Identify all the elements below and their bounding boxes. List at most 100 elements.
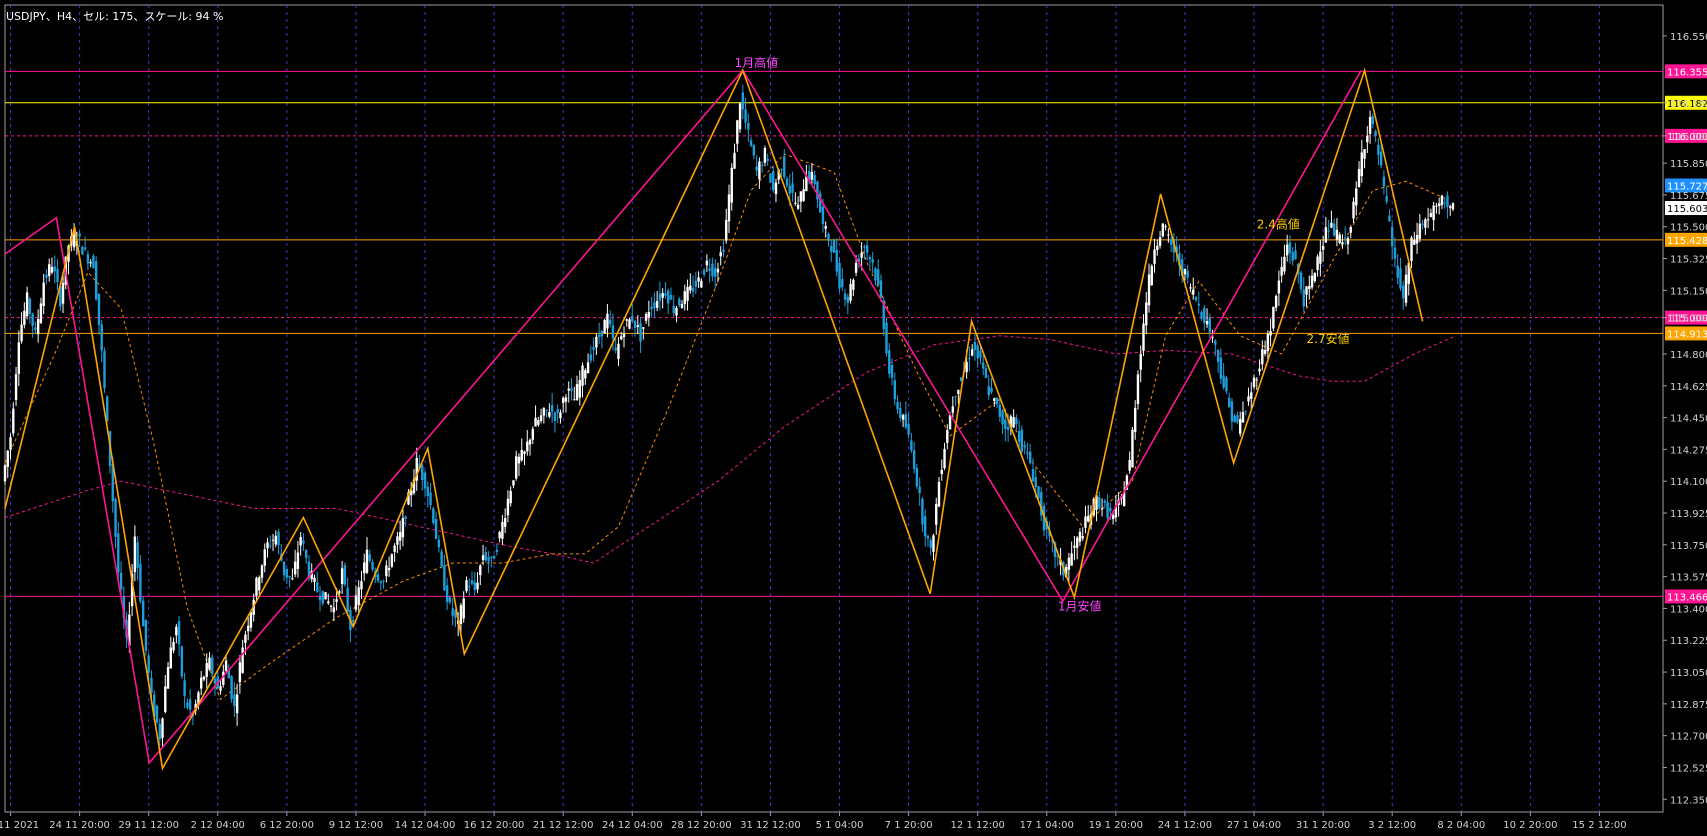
candle-body: [224, 660, 228, 671]
candle-body: [426, 486, 429, 497]
annotation-label: 1月安値: [1058, 598, 1102, 613]
candle-body: [324, 592, 327, 600]
candle-body: [188, 699, 192, 710]
candle-body: [103, 350, 106, 389]
candle-body: [664, 293, 667, 296]
candle-body: [329, 605, 333, 607]
candle-body: [365, 549, 369, 573]
candle-body: [498, 532, 501, 539]
candle-body: [520, 449, 523, 461]
candle-body: [617, 343, 620, 360]
candle-body: [1109, 507, 1112, 512]
candle-body: [1424, 219, 1427, 228]
candle-body: [1081, 536, 1084, 539]
candle-body: [1291, 252, 1294, 261]
x-tick-label: 21 12 12:00: [533, 820, 594, 831]
candle-body: [1432, 205, 1435, 221]
candle-body: [48, 264, 51, 277]
candle-body: [36, 319, 40, 335]
candle-body: [23, 310, 26, 325]
candle-body: [479, 565, 482, 576]
candle-body: [1084, 516, 1087, 528]
candle-body: [644, 313, 648, 321]
candle-body: [1332, 223, 1336, 236]
candle-body: [404, 516, 407, 519]
candle-body: [119, 572, 123, 590]
candle-body: [114, 498, 117, 537]
candle-body: [20, 324, 23, 342]
x-tick-label: 3 2 12:00: [1368, 820, 1416, 831]
candle-body: [1017, 430, 1021, 442]
x-tick-label: 19 1 20:00: [1089, 820, 1143, 831]
y-tick-label: 115.000: [1670, 314, 1707, 325]
candle-body: [912, 450, 916, 470]
candle-body: [592, 347, 595, 350]
candle-body: [1239, 419, 1242, 434]
candle-body: [1156, 245, 1159, 250]
candle-body: [1374, 131, 1377, 136]
candle-body: [1272, 307, 1275, 329]
candle-body: [760, 164, 764, 166]
candle-body: [161, 718, 164, 739]
candle-body: [940, 469, 943, 475]
candle-body: [434, 519, 438, 540]
candle-body: [1250, 392, 1253, 399]
candle-body: [550, 405, 554, 412]
candle-body: [368, 554, 371, 561]
candle-body: [548, 412, 551, 417]
candle-body: [208, 657, 211, 670]
candle-body: [1004, 419, 1007, 429]
candle-body: [387, 568, 391, 571]
candle-body: [608, 319, 612, 325]
candle-body: [523, 451, 526, 454]
candle-body: [1285, 244, 1289, 256]
candle-body: [1335, 229, 1339, 240]
candle-body: [238, 662, 242, 683]
candle-body: [1266, 334, 1270, 352]
candle-body: [772, 171, 775, 191]
candle-body: [285, 568, 289, 578]
candle-body: [1263, 350, 1267, 354]
candle-body: [1167, 234, 1170, 236]
candle-body: [653, 302, 656, 309]
candle-body: [954, 396, 957, 398]
candle-body: [288, 575, 291, 578]
candle-body: [725, 220, 728, 241]
candle-body: [1344, 237, 1347, 239]
level-badge-label: 114.913: [1667, 329, 1707, 340]
candle-body: [1294, 250, 1297, 259]
candle-body: [327, 601, 330, 604]
candle-body: [470, 580, 474, 584]
candle-body: [17, 342, 21, 374]
candle-body: [918, 486, 921, 494]
candle-body: [1247, 396, 1250, 402]
candle-body: [578, 380, 581, 398]
candle-body: [117, 533, 120, 573]
candle-body: [139, 563, 142, 602]
candle-body: [1357, 169, 1361, 188]
candle-body: [860, 252, 863, 258]
candle-body: [1015, 417, 1018, 425]
candle-body: [1106, 502, 1109, 519]
candle-body: [282, 561, 286, 576]
candle-body: [183, 680, 186, 697]
price-chart[interactable]: 116.355116.182116.000115.727115.603115.4…: [0, 0, 1707, 836]
candle-body: [401, 518, 405, 538]
candle-body: [235, 694, 239, 714]
y-tick-label: 113.750: [1670, 541, 1707, 552]
candle-body: [1205, 321, 1209, 325]
candle-body: [1026, 452, 1029, 454]
candle-body: [423, 472, 427, 489]
x-tick-label: 27 1 04:00: [1227, 820, 1281, 831]
candle-body: [56, 269, 59, 283]
candle-body: [313, 577, 316, 582]
candle-body: [6, 450, 9, 467]
candle-body: [1225, 377, 1228, 392]
candle-body: [177, 620, 181, 645]
candle-body: [398, 532, 402, 541]
x-tick-label: 7 1 20:00: [885, 820, 933, 831]
candle-body: [1321, 245, 1325, 250]
candle-body: [155, 705, 159, 723]
candle-body: [1169, 239, 1173, 245]
candle-body: [1222, 375, 1225, 388]
